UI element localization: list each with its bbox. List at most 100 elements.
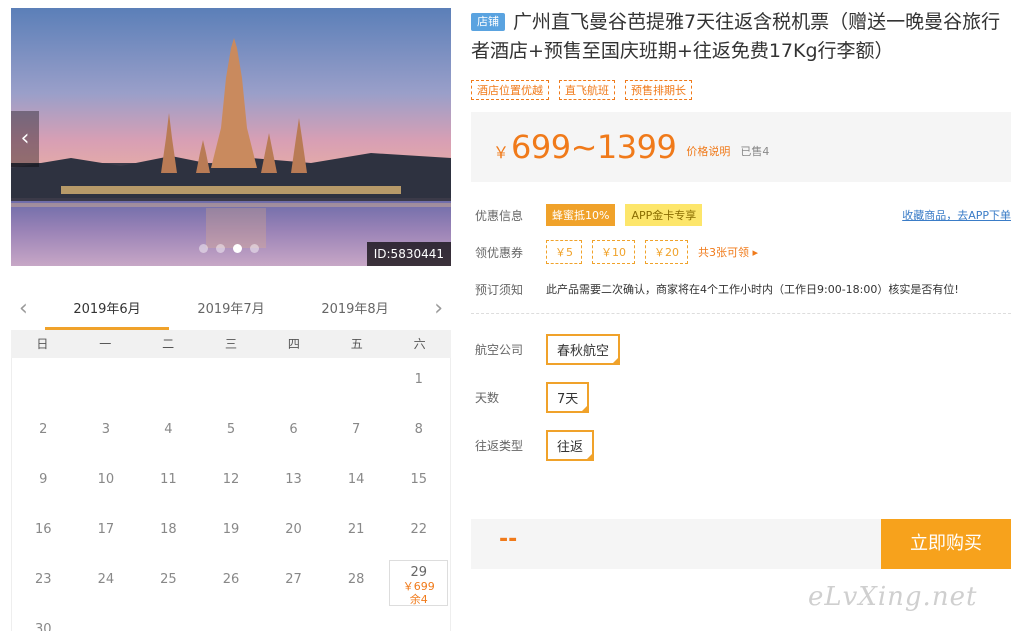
price-box: ￥ 699~1399 价格说明 已售4 bbox=[471, 112, 1011, 182]
month-tab-august[interactable]: 2019年8月 bbox=[293, 294, 417, 330]
days-label: 天数 bbox=[475, 391, 500, 405]
sold-count: 已售4 bbox=[740, 145, 770, 158]
calendar-empty-cell bbox=[200, 358, 263, 408]
calendar-day: 7 bbox=[351, 422, 361, 437]
price-explain-link[interactable]: 价格说明 bbox=[686, 143, 730, 159]
calendar-empty-cell bbox=[12, 358, 75, 408]
calendar-day: 24 bbox=[97, 572, 115, 587]
airline-option[interactable]: 春秋航空 bbox=[546, 334, 621, 365]
calendar-day: 15 bbox=[410, 472, 427, 487]
slider-dots[interactable] bbox=[199, 244, 259, 253]
product-id-badge: ID:5830441 bbox=[366, 242, 451, 266]
calendar-day: 2 bbox=[39, 422, 48, 437]
notice-text: 此产品需要二次确认，商家将在4个工作小时内（工作日9:00-18:00）核实是否… bbox=[546, 283, 959, 296]
calendar-day: 17 bbox=[97, 522, 115, 537]
slider-dot[interactable] bbox=[216, 244, 225, 253]
notice-row: 预订须知 此产品需要二次确认，商家将在4个工作小时内（工作日9:00-18:00… bbox=[471, 276, 1011, 302]
calendar-days: 1 2 3 4 5 6 7 8 9 10 11 12 13 14 15 16 17 18 19 20 21 22 23 24 2… bbox=[11, 358, 451, 631]
trip-type-option[interactable]: 往返 bbox=[546, 430, 595, 461]
days-row: 天数 7天 bbox=[471, 382, 1011, 413]
coupon-more-text: 共3张可领 bbox=[698, 246, 749, 259]
weekday-label: 二 bbox=[162, 337, 175, 351]
promo-row: 优惠信息 蜂蜜抵10% APP金卡专享 收藏商品，去APP下单 bbox=[471, 202, 1011, 228]
divider bbox=[471, 313, 1011, 314]
calendar-day: 6 bbox=[289, 422, 298, 437]
coupon-5[interactable]: ￥5 bbox=[546, 240, 582, 264]
calendar-day: 19 bbox=[222, 522, 240, 537]
slider-dot[interactable] bbox=[233, 244, 242, 253]
honey-discount-badge: 蜂蜜抵10% bbox=[546, 204, 616, 226]
calendar-day: 21 bbox=[347, 522, 365, 537]
coupon-20[interactable]: ￥20 bbox=[645, 240, 688, 264]
calendar-day[interactable]: 29 ￥699 余4 bbox=[389, 560, 448, 606]
slider-dot[interactable] bbox=[250, 244, 259, 253]
day-price: ￥699 bbox=[402, 580, 435, 593]
coupon-more-link[interactable]: 共3张可领 ▸ bbox=[698, 244, 758, 260]
calendar-day: 23 bbox=[35, 572, 52, 587]
feature-tag: 预售排期长 bbox=[625, 80, 692, 100]
promo-info: 优惠信息 蜂蜜抵10% APP金卡专享 收藏商品，去APP下单 领优惠券 ￥5 … bbox=[471, 202, 1011, 302]
feature-tag: 直飞航班 bbox=[559, 80, 615, 100]
day-stock: 余4 bbox=[409, 593, 428, 606]
buy-now-button[interactable]: 立即购买 bbox=[881, 519, 1011, 569]
product-title: 广州直飞曼谷芭提雅7天往返含税机票（赠送一晚曼谷旅行者酒店+预售至国庆班期+往返… bbox=[471, 11, 1001, 62]
slider-prev-arrow[interactable]: ‹ bbox=[11, 111, 39, 167]
shop-tag: 店铺 bbox=[471, 13, 505, 31]
days-option[interactable]: 7天 bbox=[546, 382, 590, 413]
weekday-label: 六 bbox=[413, 337, 426, 351]
calendar-day: 16 bbox=[35, 522, 52, 537]
price-calendar: ‹ 2019年6月 2019年7月 2019年8月 › 日 一 二 三 四 五 … bbox=[11, 294, 451, 631]
weekday-label: 三 bbox=[224, 337, 237, 351]
month-tab-july[interactable]: 2019年7月 bbox=[169, 294, 293, 330]
calendar-day: 4 bbox=[164, 422, 173, 437]
weekday-label: 日 bbox=[36, 337, 49, 351]
temple-photo bbox=[11, 8, 451, 266]
trip-type-label: 往返类型 bbox=[475, 439, 524, 453]
trip-type-row: 往返类型 往返 bbox=[471, 430, 1011, 461]
feature-tag: 酒店位置优越 bbox=[471, 80, 549, 100]
feature-tags: 酒店位置优越 直飞航班 预售排期长 bbox=[471, 80, 1011, 100]
calendar-day: 13 bbox=[285, 472, 302, 487]
product-title-block: 店铺 广州直飞曼谷芭提雅7天往返含税机票（赠送一晚曼谷旅行者酒店+预售至国庆班期+… bbox=[471, 8, 1011, 66]
calendar-day: 8 bbox=[414, 422, 423, 437]
slider-dot[interactable] bbox=[199, 244, 208, 253]
airline-row: 航空公司 春秋航空 bbox=[471, 334, 1011, 365]
calendar-day: 27 bbox=[285, 572, 302, 587]
calendar-day: 1 bbox=[414, 372, 423, 387]
calendar-empty-cell bbox=[262, 358, 325, 408]
calendar-day: 14 bbox=[347, 472, 365, 487]
coupon-label: 领优惠券 bbox=[475, 245, 524, 260]
notice-label: 预订须知 bbox=[475, 282, 524, 297]
calendar-prev-arrow[interactable]: ‹ bbox=[19, 296, 28, 321]
month-tabs: 2019年6月 2019年7月 2019年8月 bbox=[45, 294, 417, 330]
airline-label: 航空公司 bbox=[475, 343, 524, 357]
calendar-day: 30 bbox=[35, 622, 52, 631]
calendar-day: 18 bbox=[160, 522, 177, 537]
day-number: 29 bbox=[410, 565, 427, 580]
calendar-day: 9 bbox=[39, 472, 48, 487]
price-range: 699~1399 bbox=[511, 128, 677, 166]
weekday-label: 五 bbox=[350, 337, 363, 351]
month-tab-june[interactable]: 2019年6月 bbox=[45, 294, 169, 330]
weekday-label: 四 bbox=[287, 337, 300, 351]
coupon-row: 领优惠券 ￥5 ￥10 ￥20 共3张可领 ▸ bbox=[471, 239, 1011, 265]
calendar-day: 10 bbox=[97, 472, 115, 487]
calendar-day: 28 bbox=[347, 572, 365, 587]
calendar-day: 3 bbox=[101, 422, 110, 437]
app-exclusive-badge: APP金卡专享 bbox=[625, 204, 703, 226]
price-currency: ￥ bbox=[493, 143, 510, 162]
weekday-header: 日 一 二 三 四 五 六 bbox=[11, 330, 451, 358]
promo-label: 优惠信息 bbox=[475, 208, 524, 223]
coupon-10[interactable]: ￥10 bbox=[592, 240, 635, 264]
calendar-day: 11 bbox=[160, 472, 177, 487]
calendar-day: 5 bbox=[226, 422, 236, 437]
calendar-empty-cell bbox=[325, 358, 388, 408]
favorite-app-link[interactable]: 收藏商品，去APP下单 bbox=[902, 207, 1011, 223]
calendar-day: 12 bbox=[222, 472, 240, 487]
chevron-right-icon: ▸ bbox=[752, 246, 759, 259]
total-price: -- bbox=[499, 527, 518, 552]
image-slider[interactable]: ‹ › ID:5830441 bbox=[11, 8, 451, 266]
watermark: eLvXing.net bbox=[808, 582, 978, 612]
calendar-nav: ‹ 2019年6月 2019年7月 2019年8月 › bbox=[11, 294, 451, 330]
calendar-next-arrow[interactable]: › bbox=[434, 296, 443, 321]
